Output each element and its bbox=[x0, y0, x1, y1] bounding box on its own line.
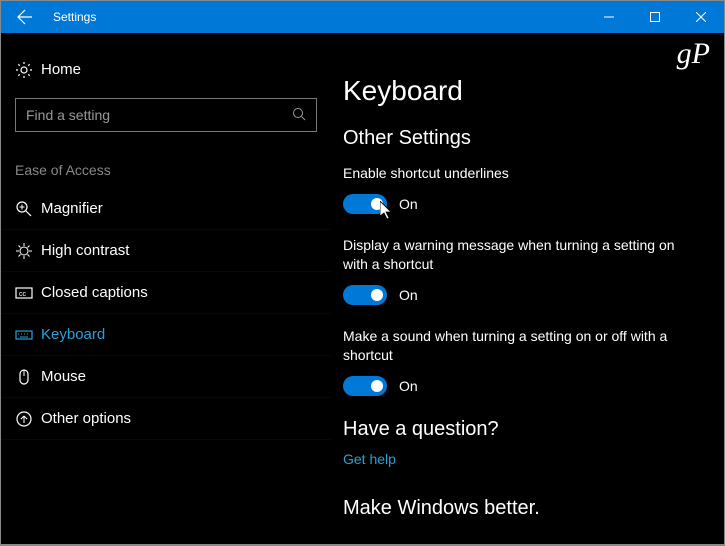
sidebar-item-label: Closed captions bbox=[41, 284, 148, 301]
search-placeholder: Find a setting bbox=[26, 107, 110, 123]
toggle-knob bbox=[371, 198, 383, 210]
toggle-shortcut-underlines[interactable] bbox=[343, 194, 387, 214]
toggle-state: On bbox=[399, 287, 418, 303]
sidebar-item-magnifier[interactable]: Magnifier bbox=[1, 188, 331, 230]
back-button[interactable] bbox=[1, 1, 49, 33]
toggle-knob bbox=[371, 289, 383, 301]
section-label: Ease of Access bbox=[1, 154, 331, 188]
other-options-icon bbox=[15, 410, 33, 428]
toggle-state: On bbox=[399, 196, 418, 212]
page-title: Keyboard bbox=[343, 75, 696, 107]
sidebar-item-label: Mouse bbox=[41, 368, 86, 385]
toggle-state: On bbox=[399, 378, 418, 394]
sidebar-item-closedcaptions[interactable]: cc Closed captions bbox=[1, 272, 331, 314]
title-bar: Settings bbox=[1, 1, 724, 33]
setting-label: Make a sound when turning a setting on o… bbox=[343, 327, 696, 366]
sidebar-item-label: Other options bbox=[41, 410, 131, 427]
svg-text:cc: cc bbox=[19, 291, 27, 298]
toggle-warning-message[interactable] bbox=[343, 285, 387, 305]
home-link[interactable]: Home bbox=[1, 51, 331, 88]
search-icon bbox=[292, 107, 306, 124]
home-label: Home bbox=[41, 61, 81, 78]
sidebar-item-keyboard[interactable]: Keyboard bbox=[1, 314, 331, 356]
gear-icon bbox=[15, 61, 33, 79]
section-title: Other Settings bbox=[343, 127, 696, 150]
main-panel: Keyboard Other Settings Enable shortcut … bbox=[331, 33, 724, 544]
back-arrow-icon bbox=[17, 9, 33, 25]
keyboard-icon bbox=[15, 326, 33, 344]
get-help-link[interactable]: Get help bbox=[343, 451, 696, 467]
toggle-sound[interactable] bbox=[343, 376, 387, 396]
magnifier-icon bbox=[15, 200, 33, 218]
toggle-knob bbox=[371, 380, 383, 392]
sidebar-item-label: Magnifier bbox=[41, 200, 103, 217]
sidebar-item-label: High contrast bbox=[41, 242, 129, 259]
closed-captions-icon: cc bbox=[15, 284, 33, 302]
feedback-title: Make Windows better. bbox=[343, 497, 696, 520]
setting-label: Enable shortcut underlines bbox=[343, 164, 696, 184]
sidebar-item-label: Keyboard bbox=[41, 326, 105, 343]
maximize-button[interactable] bbox=[632, 1, 678, 33]
close-icon bbox=[696, 12, 706, 22]
window-title: Settings bbox=[49, 10, 586, 24]
sidebar: Home Find a setting Ease of Access Magni… bbox=[1, 33, 331, 544]
search-input[interactable]: Find a setting bbox=[15, 98, 317, 132]
sidebar-item-highcontrast[interactable]: High contrast bbox=[1, 230, 331, 272]
sidebar-item-other[interactable]: Other options bbox=[1, 398, 331, 440]
sidebar-item-mouse[interactable]: Mouse bbox=[1, 356, 331, 398]
setting-label: Display a warning message when turning a… bbox=[343, 236, 696, 275]
watermark: gP bbox=[677, 37, 710, 71]
close-button[interactable] bbox=[678, 1, 724, 33]
help-title: Have a question? bbox=[343, 418, 696, 441]
minimize-icon bbox=[604, 12, 614, 22]
maximize-icon bbox=[650, 12, 660, 22]
high-contrast-icon bbox=[15, 242, 33, 260]
minimize-button[interactable] bbox=[586, 1, 632, 33]
mouse-icon bbox=[15, 368, 33, 386]
